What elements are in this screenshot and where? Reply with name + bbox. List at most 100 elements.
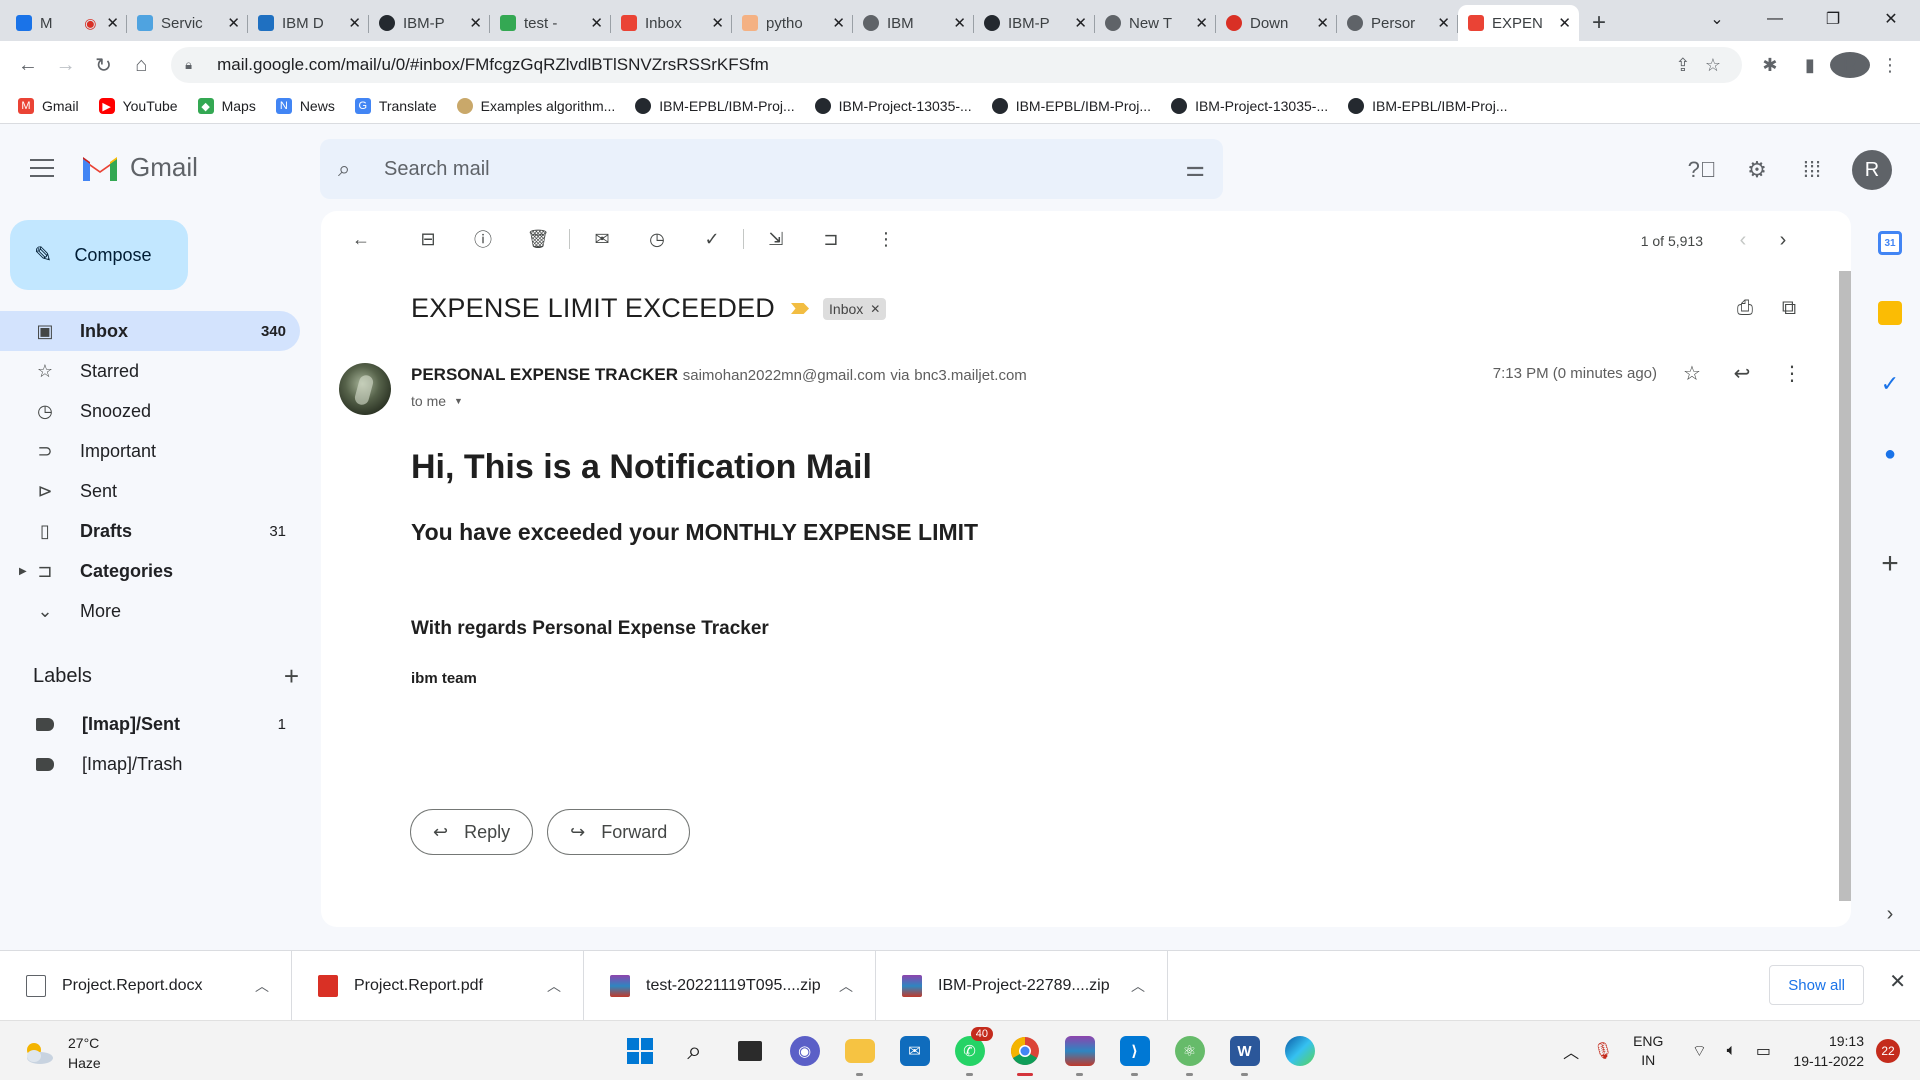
bookmark-star-icon[interactable]: ☆ — [1698, 55, 1728, 76]
download-item[interactable]: Project.Report.docx ︿ — [0, 950, 292, 1021]
label-as-icon[interactable]: ⊐ — [811, 219, 851, 259]
get-addons-icon[interactable]: + — [1878, 547, 1902, 580]
task-view[interactable] — [722, 1029, 777, 1073]
sidebar-item-snoozed[interactable]: ◷ Snoozed — [0, 391, 300, 431]
keep-icon[interactable] — [1878, 301, 1902, 325]
create-label-icon[interactable]: + — [284, 661, 299, 692]
expand-panel-icon[interactable]: › — [1878, 902, 1902, 926]
close-tab-icon[interactable]: ✕ — [832, 14, 845, 32]
extensions-icon[interactable]: ✱ — [1750, 55, 1790, 76]
side-panel-icon[interactable]: ▮ — [1790, 55, 1830, 76]
battery-icon[interactable]: ▭ — [1747, 1041, 1779, 1061]
settings-gear-icon[interactable]: ⚙ — [1737, 150, 1777, 190]
close-tab-icon[interactable]: ✕ — [590, 14, 603, 32]
tab-drive[interactable]: test - ✕ — [490, 5, 611, 41]
bookmark-gmail[interactable]: M Gmail — [18, 98, 79, 114]
taskbar-search[interactable]: ⌕ — [667, 1029, 722, 1073]
tab-personal[interactable]: Persor ✕ — [1337, 5, 1458, 41]
tab-expense-active[interactable]: EXPEN ✕ — [1458, 5, 1579, 41]
tab-download[interactable]: Down ✕ — [1216, 5, 1337, 41]
home-icon[interactable]: ⌂ — [123, 47, 159, 83]
sidebar-item-important[interactable]: ⊃ Important — [0, 431, 300, 471]
back-to-inbox-icon[interactable]: ← — [341, 219, 381, 259]
apps-grid-icon[interactable]: ⁞⁞⁞ — [1792, 150, 1832, 190]
back-icon[interactable]: ← — [10, 47, 46, 83]
download-item[interactable]: Project.Report.pdf ︿ — [292, 950, 584, 1021]
importance-marker-icon[interactable] — [791, 303, 810, 314]
message-more-icon[interactable]: ⋮ — [1767, 361, 1817, 386]
sidebar-item-starred[interactable]: ☆ Starred — [0, 351, 300, 391]
tab-ibm[interactable]: IBM ✕ — [853, 5, 974, 41]
details-dropdown-icon[interactable]: ▼ — [454, 396, 463, 406]
sender-name[interactable]: PERSONAL EXPENSE TRACKER — [411, 365, 678, 384]
search-input[interactable]: Search mail — [384, 158, 1185, 181]
search-bar[interactable]: ⌕ Search mail ⚌ — [320, 139, 1223, 199]
bookmark-examples[interactable]: Examples algorithm... — [456, 98, 615, 114]
label-item-imap-trash[interactable]: [Imap]/Trash — [0, 744, 300, 784]
chevron-up-icon[interactable]: ︿ — [255, 976, 269, 996]
message-scrollbar[interactable] — [1837, 271, 1851, 901]
taskbar-whatsapp[interactable]: ✆ 40 — [942, 1027, 997, 1076]
recipient-line[interactable]: to me ▼ — [411, 393, 463, 409]
bookmark-maps[interactable]: ◆ Maps — [197, 98, 256, 114]
new-tab-button[interactable]: + — [1579, 5, 1619, 41]
archive-icon[interactable]: ⊟ — [408, 219, 448, 259]
close-window-icon[interactable]: ✕ — [1862, 0, 1920, 38]
main-menu-icon[interactable] — [28, 155, 56, 181]
share-icon[interactable]: ⇪ — [1668, 55, 1698, 76]
bookmark-github-2[interactable]: IBM-Project-13035-... — [814, 98, 972, 114]
tab-ibm-d[interactable]: IBM D ✕ — [248, 5, 369, 41]
lock-icon[interactable]: 🔒︎ — [185, 57, 203, 73]
snooze-icon[interactable]: ◷ — [637, 219, 677, 259]
print-icon[interactable]: ⎙ — [1723, 297, 1767, 320]
chevron-up-icon[interactable]: ︿ — [547, 976, 561, 996]
forward-button[interactable]: ↪ Forward — [547, 809, 691, 855]
report-spam-icon[interactable]: ⓘ — [463, 219, 503, 259]
tab-search-icon[interactable]: ⌄ — [1688, 0, 1746, 38]
move-to-icon[interactable]: ⇲ — [756, 219, 796, 259]
wifi-icon[interactable]: ⌔ — [1683, 1041, 1715, 1061]
bookmark-news[interactable]: N News — [275, 98, 335, 114]
search-options-icon[interactable]: ⚌ — [1185, 156, 1205, 182]
notification-badge[interactable]: 22 — [1876, 1039, 1900, 1063]
delete-icon[interactable]: 🗑︎ — [518, 219, 558, 259]
weather-widget[interactable]: 27°C Haze — [20, 1033, 101, 1073]
compose-button[interactable]: ✎ Compose — [10, 220, 188, 290]
via-domain[interactable]: bnc3.mailjet.com — [914, 367, 1027, 384]
tab-github-1[interactable]: IBM-P ✕ — [369, 5, 490, 41]
bookmark-translate[interactable]: G Translate — [354, 98, 437, 114]
taskbar-teams[interactable]: ◉ — [777, 1029, 832, 1073]
calendar-icon[interactable]: 31 — [1878, 231, 1902, 255]
mark-unread-icon[interactable]: ✉ — [582, 219, 622, 259]
more-options-icon[interactable]: ⋮ — [866, 219, 906, 259]
bookmark-github-4[interactable]: IBM-Project-13035-... — [1171, 98, 1328, 114]
expand-caret-icon[interactable]: ▶ — [19, 566, 27, 577]
tasks-icon[interactable]: ✓ — [1878, 371, 1902, 396]
profile-button[interactable]: R — [1829, 52, 1870, 78]
sidebar-item-sent[interactable]: ⊳ Sent — [0, 471, 300, 511]
reply-button[interactable]: ↩ Reply — [410, 809, 534, 855]
tab-github-2[interactable]: IBM-P ✕ — [974, 5, 1095, 41]
chevron-up-icon[interactable]: ︿ — [839, 976, 853, 996]
show-hidden-icons-icon[interactable]: ︿ — [1555, 1039, 1587, 1063]
taskbar-vscode[interactable]: ⟩ — [1107, 1029, 1162, 1076]
taskbar-word[interactable]: W — [1217, 1029, 1272, 1076]
taskbar-mail[interactable]: ✉ — [887, 1029, 942, 1073]
close-tab-icon[interactable]: ✕ — [106, 14, 119, 32]
close-tab-icon[interactable]: ✕ — [1316, 14, 1329, 32]
taskbar-edge[interactable] — [1272, 1029, 1327, 1073]
forward-icon[interactable]: → — [48, 47, 84, 83]
sidebar-item-drafts[interactable]: ▯ Drafts 31 — [0, 511, 300, 551]
close-tab-icon[interactable]: ✕ — [469, 14, 482, 32]
language-indicator[interactable]: ENG IN — [1633, 1032, 1663, 1070]
star-message-icon[interactable]: ☆ — [1667, 361, 1717, 386]
minimize-icon[interactable]: — — [1746, 0, 1804, 38]
reply-icon[interactable]: ↩ — [1717, 361, 1767, 386]
contacts-icon[interactable]: ● — [1878, 442, 1902, 466]
newer-chevron-icon[interactable]: ‹ — [1723, 229, 1763, 252]
help-icon[interactable]: ?⃝ — [1682, 150, 1722, 190]
taskbar-chrome[interactable] — [997, 1029, 1052, 1076]
taskbar-atom[interactable]: ⚛ — [1162, 1029, 1217, 1076]
reload-icon[interactable]: ↻ — [86, 47, 122, 83]
bookmark-github-1[interactable]: IBM-EPBL/IBM-Proj... — [635, 98, 795, 114]
